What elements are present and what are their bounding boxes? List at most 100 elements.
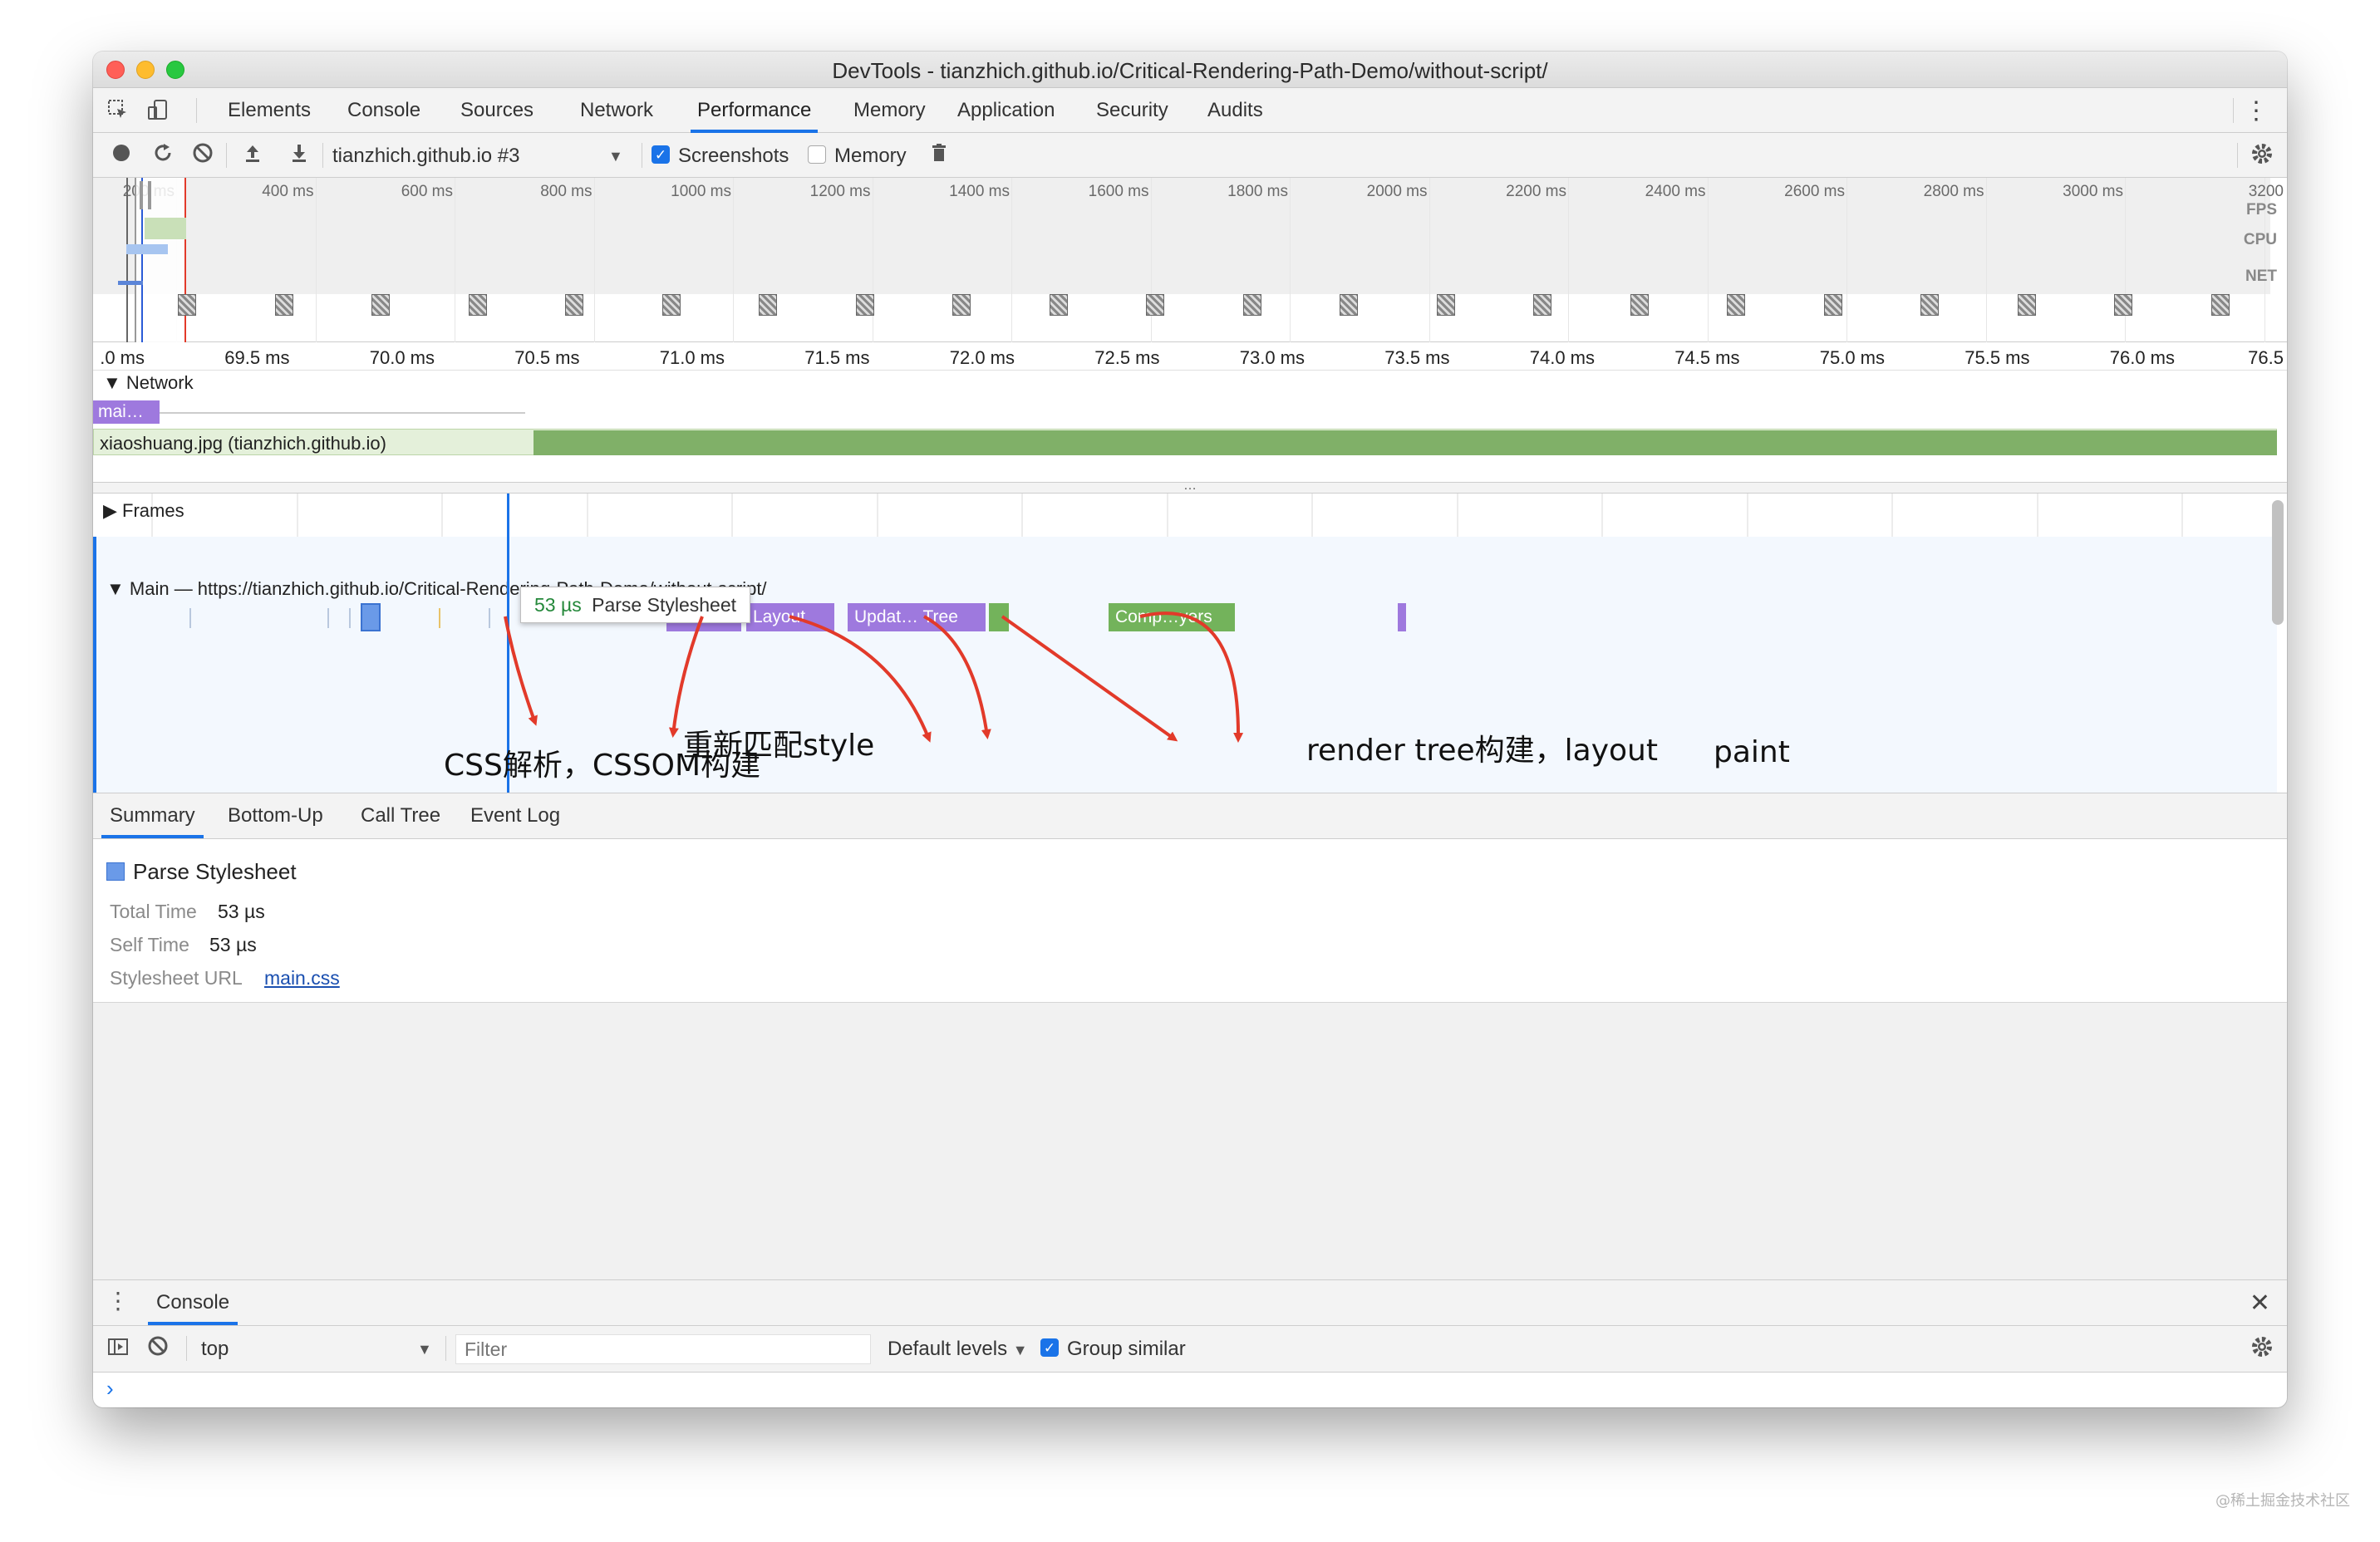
screenshot-thumbnail[interactable] [1630,294,1649,316]
more-options-icon[interactable]: ⋮ [2244,96,2269,125]
fps-bar [140,181,143,209]
annotation-arrows [504,611,1244,743]
profile-select[interactable]: tianzhich.github.io #3 [332,145,520,168]
device-toolbar-icon[interactable] [145,98,171,125]
tab-summary[interactable]: Summary [101,793,204,838]
console-toolbar: top ▼ Default levels ▼ ✓ Group similar [93,1326,2287,1373]
tab-bottom-up[interactable]: Bottom-Up [228,793,323,838]
network-request-jpg-download [534,430,2277,455]
log-levels-select[interactable]: Default levels ▼ [888,1338,1028,1361]
record-icon[interactable] [108,142,135,169]
console-filter-input[interactable] [455,1334,871,1364]
context-select[interactable]: top [201,1338,229,1361]
network-header-label: Network [125,372,194,393]
sidebar-toggle-icon[interactable] [105,1335,131,1362]
tab-console-drawer[interactable]: Console [147,1280,238,1325]
tab-performance[interactable]: Performance [690,88,819,133]
screenshot-thumbnail[interactable] [759,294,777,316]
screenshot-thumbnail[interactable] [1920,294,1939,316]
memory-checkbox[interactable] [808,145,826,164]
screenshot-thumbnail[interactable] [2017,294,2036,316]
stylesheet-url-link[interactable]: main.css [264,967,340,990]
ruler-tick-label: 74.5 ms [1674,347,1740,368]
overview-tick-label: 400 ms [262,183,314,200]
inspect-element-icon[interactable] [105,98,131,125]
network-request-wait-line [160,412,525,414]
tab-security[interactable]: Security [1096,88,1168,133]
screenshot-thumbnail[interactable] [2210,294,2230,316]
screenshot-thumbnail[interactable] [1242,294,1261,316]
drawer-menu-icon[interactable]: ⋮ [106,1287,130,1314]
screenshot-thumbnail[interactable] [178,294,196,316]
screenshot-thumbnail[interactable] [1823,294,1842,316]
console-prompt[interactable]: › [106,1376,114,1402]
tab-console[interactable]: Console [347,88,420,133]
chevron-down-icon[interactable]: ▼ [608,148,623,165]
overview-gridline [733,178,734,342]
screenshot-thumbnail[interactable] [565,294,583,316]
chevron-down-icon: ▼ [1012,1342,1028,1358]
trash-icon[interactable] [926,142,952,169]
fps-bar [148,181,151,209]
screenshot-thumbnail[interactable] [1049,294,1068,316]
clear-console-icon[interactable] [145,1335,171,1362]
overview-gridline [315,178,317,342]
ruler-tick-label: 72.0 ms [949,347,1015,368]
tab-network[interactable]: Network [580,88,653,133]
overview-gridline [1290,178,1291,342]
devtools-window: DevTools - tianzhich.github.io/Critical-… [93,52,2287,1407]
screenshot-thumbnail[interactable] [1340,294,1358,316]
tab-sources[interactable]: Sources [460,88,534,133]
overview-gridline [2125,178,2126,342]
network-request-main[interactable]: mai… [93,400,160,424]
ruler-tick-label: 74.0 ms [1529,347,1595,368]
cpu-label: CPU [2243,231,2277,248]
screenshot-thumbnail[interactable] [661,294,681,316]
event-color-swatch [106,862,125,881]
console-gear-icon[interactable] [2249,1335,2275,1362]
chevron-down-icon[interactable]: ▼ [417,1341,432,1358]
tab-call-tree[interactable]: Call Tree [361,793,440,838]
tab-audits[interactable]: Audits [1207,88,1263,133]
flame-chart[interactable]: ▶ Frames ▼ Main — https://tianzhich.gith… [93,494,2287,793]
screenshot-thumbnail[interactable] [1727,294,1745,316]
annotation-style: 重新匹配style [683,729,875,763]
tab-memory[interactable]: Memory [853,88,926,133]
reload-icon[interactable] [150,142,176,169]
overview-tick-label: 1600 ms [1088,183,1149,200]
screenshot-thumbnail[interactable] [1436,294,1455,316]
gear-icon[interactable] [2249,142,2275,169]
selection-handle-left[interactable] [135,178,136,342]
selection-handle-right[interactable] [126,178,128,342]
overview-tick-label: 2800 ms [1923,183,1984,200]
screenshot-thumbnail[interactable] [1146,294,1164,316]
track-resize-handle[interactable]: … [93,479,2287,494]
upload-profile-icon[interactable] [239,142,266,169]
screenshot-thumbnail[interactable] [855,294,874,316]
ruler-tick-label: .0 ms [100,347,145,368]
screenshot-thumbnail[interactable] [2114,294,2132,316]
overview-gridline [1985,178,1987,342]
close-drawer-icon[interactable]: ✕ [2250,1289,2270,1318]
screenshot-thumbnail[interactable] [371,294,390,316]
tab-elements[interactable]: Elements [228,88,311,133]
group-similar-checkbox[interactable]: ✓ [1040,1338,1059,1357]
clear-icon[interactable] [189,142,216,169]
network-request-jpg-label: xiaoshuang.jpg (tianzhich.github.io) [100,433,386,454]
tab-application[interactable]: Application [957,88,1055,133]
screenshots-checkbox[interactable]: ✓ [652,145,670,164]
screenshot-thumbnail[interactable] [468,294,487,316]
download-profile-icon[interactable] [286,142,312,169]
screenshot-thumbnail[interactable] [274,294,293,316]
ruler-tick-label: 73.0 ms [1239,347,1305,368]
network-track-header[interactable]: ▼ Network [103,372,194,394]
time-ruler: .0 ms 69.5 ms 70.0 ms 70.5 ms 71.0 ms 71.5 ms… [93,342,2287,371]
arrow-composite [1139,611,1244,743]
overview-tick-label: 3200 [2248,183,2284,200]
screenshot-thumbnail[interactable] [952,294,971,316]
timeline-overview[interactable]: 200 ms400 ms600 ms800 ms1000 ms1200 ms14… [93,178,2287,342]
ruler-tick-label: 73.5 ms [1384,347,1450,368]
ruler-tick-label: 70.5 ms [514,347,580,368]
screenshot-thumbnail[interactable] [1533,294,1551,316]
tab-event-log[interactable]: Event Log [470,793,560,838]
